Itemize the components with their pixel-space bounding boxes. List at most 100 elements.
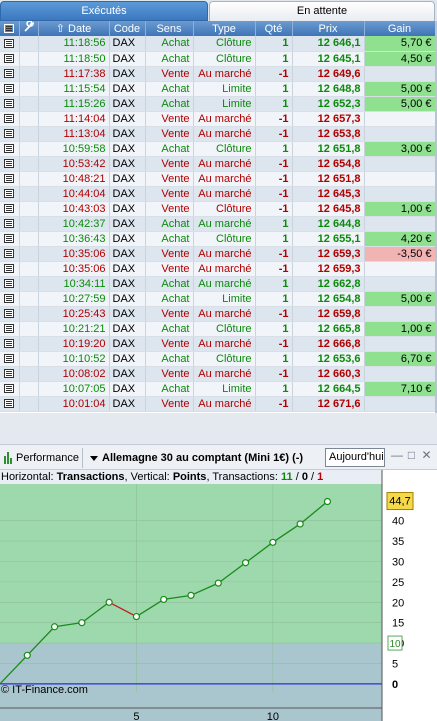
row-doc-icon[interactable]	[0, 246, 20, 262]
splitter[interactable]	[0, 413, 437, 444]
header-gain[interactable]: Gain	[364, 21, 436, 36]
table-row[interactable]: 11:13:04 DAX Vente Au marché -1 12 653,8	[0, 126, 436, 142]
row-doc-icon[interactable]	[0, 201, 20, 217]
cell-sens: Achat	[145, 81, 194, 97]
cell-qty: -1	[255, 246, 293, 262]
header-type[interactable]: Type	[193, 21, 256, 36]
row-doc-icon[interactable]	[0, 186, 20, 202]
table-row[interactable]: 10:07:05 DAX Achat Limite 1 12 664,5 7,10 €	[0, 381, 436, 397]
sort-up-icon: ⇧	[55, 23, 69, 35]
row-doc-icon[interactable]	[0, 261, 20, 277]
cell-sens: Vente	[145, 156, 194, 172]
close-icon[interactable]: ✕	[421, 449, 432, 461]
table-row[interactable]: 11:18:56 DAX Achat Clôture 1 12 646,1 5,70 €	[0, 36, 436, 52]
table-row[interactable]: 10:21:21 DAX Achat Clôture 1 12 665,8 1,00 €	[0, 321, 436, 337]
row-doc-icon[interactable]	[0, 351, 20, 367]
table-row[interactable]: 10:48:21 DAX Vente Au marché -1 12 651,8	[0, 171, 436, 187]
cell-time: 11:17:38	[38, 66, 110, 82]
row-doc-icon[interactable]	[0, 36, 20, 52]
y-tick-label: 35	[392, 536, 404, 548]
performance-button[interactable]: Performance	[2, 449, 79, 467]
instrument-selector[interactable]: Allemagne 30 au comptant (Mini 1€) (-)	[90, 449, 303, 467]
cell-code: DAX	[109, 276, 146, 292]
cell-qty: -1	[255, 66, 293, 82]
row-doc-icon[interactable]	[0, 216, 20, 232]
cell-time: 10:43:03	[38, 201, 110, 217]
cell-type: Au marché	[193, 156, 256, 172]
cell-qty: 1	[255, 36, 293, 52]
row-doc-icon[interactable]	[0, 96, 20, 112]
row-doc-icon[interactable]	[0, 141, 20, 157]
maximize-icon[interactable]: □	[406, 449, 417, 461]
cell-type: Au marché	[193, 171, 256, 187]
cell-price: 12 645,3	[292, 186, 365, 202]
app-window: { "tabs": { "executed": "Exécutés", "pen…	[0, 0, 437, 721]
table-row[interactable]: 11:15:26 DAX Achat Limite 1 12 652,3 5,00 €	[0, 96, 436, 112]
table-row[interactable]: 11:17:38 DAX Vente Au marché -1 12 649,6	[0, 66, 436, 82]
table-row[interactable]: 10:59:58 DAX Achat Clôture 1 12 651,8 3,00 €	[0, 141, 436, 157]
table-row[interactable]: 10:36:43 DAX Achat Clôture 1 12 655,1 4,20 €	[0, 231, 436, 247]
cell-sens: Achat	[145, 231, 194, 247]
cell-sens: Vente	[145, 366, 194, 382]
header-date[interactable]: ⇧ Date	[38, 21, 110, 36]
cell-price: 12 645,8	[292, 201, 365, 217]
tab-bar: Exécutés En attente	[0, 0, 437, 21]
header-price[interactable]: Prix	[292, 21, 365, 36]
header-code[interactable]: Code	[109, 21, 146, 36]
header-qty[interactable]: Qté	[255, 21, 293, 36]
table-row[interactable]: 10:25:43 DAX Vente Au marché -1 12 659,8	[0, 306, 436, 322]
row-spacer	[19, 201, 39, 217]
row-doc-icon[interactable]	[0, 381, 20, 397]
cell-qty: -1	[255, 201, 293, 217]
row-doc-icon[interactable]	[0, 81, 20, 97]
table-row[interactable]: 10:27:59 DAX Achat Limite 1 12 654,8 5,00 €	[0, 291, 436, 307]
table-row[interactable]: 10:35:06 DAX Vente Au marché -1 12 659,3	[0, 261, 436, 277]
row-doc-icon[interactable]	[0, 111, 20, 127]
row-doc-icon[interactable]	[0, 366, 20, 382]
table-row[interactable]: 11:14:04 DAX Vente Au marché -1 12 657,3	[0, 111, 436, 127]
table-row[interactable]: 10:10:52 DAX Achat Clôture 1 12 653,6 6,70 €	[0, 351, 436, 367]
cell-time: 10:35:06	[38, 261, 110, 277]
period-select[interactable]: Aujourd'hui	[325, 448, 385, 467]
cell-time: 10:07:05	[38, 381, 110, 397]
row-doc-icon[interactable]	[0, 51, 20, 67]
row-doc-icon[interactable]	[0, 321, 20, 337]
header-wrench-icon[interactable]	[19, 21, 39, 36]
header-sens[interactable]: Sens	[145, 21, 194, 36]
row-doc-icon[interactable]	[0, 396, 20, 412]
tab-pending[interactable]: En attente	[209, 1, 435, 21]
row-doc-icon[interactable]	[0, 126, 20, 142]
minimize-icon[interactable]: —	[391, 449, 403, 461]
table-row[interactable]: 10:19:20 DAX Vente Au marché -1 12 666,8	[0, 336, 436, 352]
table-row[interactable]: 10:44:04 DAX Vente Au marché -1 12 645,3	[0, 186, 436, 202]
header-doc-icon[interactable]	[0, 21, 20, 36]
row-doc-icon[interactable]	[0, 171, 20, 187]
table-row[interactable]: 11:18:50 DAX Achat Clôture 1 12 645,1 4,50 €	[0, 51, 436, 67]
cell-gain	[364, 276, 436, 292]
x-tick-label: 10	[267, 711, 279, 721]
row-doc-icon[interactable]	[0, 156, 20, 172]
table-row[interactable]: 10:42:37 DAX Achat Au marché 1 12 644,8	[0, 216, 436, 232]
row-doc-icon[interactable]	[0, 336, 20, 352]
table-row[interactable]: 11:15:54 DAX Achat Limite 1 12 648,8 5,00 €	[0, 81, 436, 97]
table-row[interactable]: 10:43:03 DAX Vente Clôture -1 12 645,8 1,00 €	[0, 201, 436, 217]
table-row[interactable]: 10:35:06 DAX Vente Au marché -1 12 659,3 -3,50…	[0, 246, 436, 262]
cell-price: 12 671,6	[292, 396, 365, 412]
cell-time: 11:15:54	[38, 81, 110, 97]
cell-sens: Achat	[145, 276, 194, 292]
cell-sens: Vente	[145, 261, 194, 277]
row-doc-icon[interactable]	[0, 291, 20, 307]
row-doc-icon[interactable]	[0, 276, 20, 292]
table-row[interactable]: 10:34:11 DAX Achat Au marché 1 12 662,8	[0, 276, 436, 292]
toolbar-divider	[82, 448, 83, 468]
tab-executed[interactable]: Exécutés	[0, 1, 208, 21]
table-row[interactable]: 10:53:42 DAX Vente Au marché -1 12 654,8	[0, 156, 436, 172]
row-doc-icon[interactable]	[0, 66, 20, 82]
row-spacer	[19, 336, 39, 352]
row-doc-icon[interactable]	[0, 231, 20, 247]
table-row[interactable]: 10:08:02 DAX Vente Au marché -1 12 660,3	[0, 366, 436, 382]
row-doc-icon[interactable]	[0, 306, 20, 322]
cell-gain	[364, 66, 436, 82]
table-row[interactable]: 10:01:04 DAX Vente Au marché -1 12 671,6	[0, 396, 436, 412]
dropdown-arrow-icon	[90, 455, 98, 461]
